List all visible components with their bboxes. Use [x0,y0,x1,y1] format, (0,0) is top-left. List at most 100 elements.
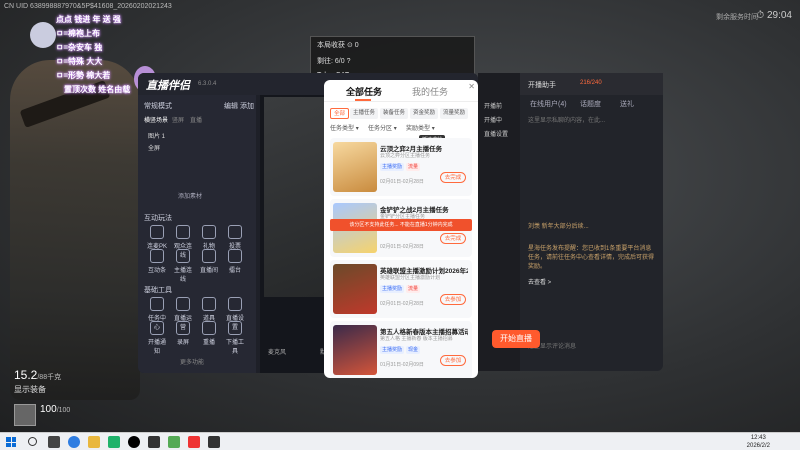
app-icon[interactable] [128,436,140,448]
tool-label: 开播通知 [147,340,166,355]
filter-label: 任务类型 [330,126,355,132]
interact-tool[interactable]: 主播连线 [172,249,194,283]
basic-tool[interactable]: 重播 [198,321,220,346]
task-badges: 主播奖励 流量 [380,161,422,171]
task-action-button[interactable]: 去完成 [440,172,466,183]
task-date: 02月01日-02月28日 [380,301,424,307]
tab-my-tasks[interactable]: 我的任务 [412,85,448,98]
task-action-button[interactable]: 去完成 [440,233,466,244]
chip-all[interactable]: 全部 [330,108,350,119]
scene-tab[interactable]: 横竖场景 [144,115,168,124]
tool-icon [202,297,216,311]
tab-all-tasks[interactable]: 全部任务 [346,85,382,98]
danmaku-line: ㅁ=棉袍上布 [56,29,101,38]
task-center-modal: 全部任务 我的任务 ✕ 全部 主播任务 装备任务 资金奖励 流量奖励 任务类型 … [324,80,478,378]
app-icon[interactable] [188,436,200,448]
wechat-icon[interactable] [108,436,120,448]
interact-tool[interactable]: 擂台 [224,249,246,274]
task-action-button[interactable]: 去参加 [440,355,466,366]
assistant-count: 216/240 [580,80,602,86]
interact-tool[interactable]: 连麦PK [146,225,168,250]
hud-weight-value: 15.2 [14,368,38,382]
windows-start-icon[interactable] [6,437,16,447]
interact-tool[interactable]: 礼物 [198,225,220,250]
system-clock[interactable]: 12:43 2026/2/2 [747,434,770,450]
close-icon[interactable]: ✕ [468,82,475,91]
tab-topic[interactable]: 话题度 [580,99,601,109]
chip-cash-reward[interactable]: 资金奖励 [410,108,439,119]
task-view-icon[interactable] [48,436,60,448]
mic-label[interactable]: 麦克风 [268,347,286,356]
scene-mode-select[interactable]: 常规模式 [144,101,172,111]
interact-section-title: 互动玩法 [144,215,172,222]
chip-equip-task[interactable]: 装备任务 [380,108,409,119]
basic-tool[interactable]: 下播工具 [224,321,246,355]
clock-label: 剩余服务时间 [716,14,758,21]
system-time: 12:43 [750,435,766,441]
filter-reward-type[interactable]: 奖励类型 ▾ [406,123,435,132]
browser-icon[interactable] [68,436,80,448]
more-tools-link[interactable]: 更多功能 [180,357,204,366]
tool-label: 直播间 [199,268,218,274]
scene-tab[interactable]: 竖屏 [172,115,184,124]
reward-badge: 流量 [406,163,421,171]
interact-tool[interactable]: 直播间 [198,249,220,274]
active-tab-underline [355,99,371,101]
task-notice-text: 星海任务发布提醒：您已收到1条重要平台消息任务，请前往任务中心查看详情，完成后可… [528,246,655,270]
scene-edit-button[interactable]: 编辑 [224,101,238,111]
reward-badge: 主播奖励 [380,346,405,354]
scene-add-button[interactable]: 添加 [240,101,254,111]
task-card[interactable]: 第五人格新春版本主播招募活动 第五人格 主播新春 版本主播招募 主播奖励 现金 0… [330,321,472,378]
hud-health: 100/100 [40,404,70,415]
interact-tool[interactable]: 互动条 [146,249,168,274]
view-link[interactable]: 去查看 > [528,279,656,288]
basic-tool[interactable]: 录屏 [172,321,194,346]
scene-tab[interactable]: 直播 [190,115,202,124]
task-card[interactable]: 英雄联盟主播激励计划2026年2月 英雄联盟分区主播激励计划 主播奖励 流量 02… [330,260,472,318]
qq-icon[interactable] [148,436,160,448]
basic-tool[interactable]: 开播通知 [146,321,168,355]
folder-icon[interactable] [88,436,100,448]
live-button[interactable]: 开播中 [484,115,502,124]
chevron-down-icon: ▾ [355,126,359,132]
filter-task-zone[interactable]: 任务分区 ▾ [368,123,397,132]
show-equipment-toggle[interactable]: 显示装备 [14,384,46,395]
settings-button[interactable]: 直播设置 [484,129,508,138]
search-icon[interactable] [28,437,37,446]
reward-badge: 主播奖励 [380,163,405,171]
tool-icon [176,321,190,335]
tool-icon [176,249,190,263]
assistant-title: 开播助手 [528,82,556,89]
tool-label: 互动条 [147,268,166,274]
pre-live-button[interactable]: 开播前 [484,101,502,110]
tool-label: 下播工具 [225,340,244,355]
task-date: 02月01日-02月28日 [380,179,424,185]
hud-weight: 15.2/88千克 [14,368,61,382]
tab-online-users[interactable]: 在线用户(4) [530,99,567,109]
chevron-down-icon: ▾ [431,126,435,132]
tool-label: 重播 [202,340,215,346]
danmaku-line: ㅁ=杂安车 独 [56,43,103,52]
add-material-button[interactable]: 添加素材 [178,191,202,200]
tab-gifts[interactable]: 送礼 [620,99,634,109]
source-item[interactable]: 全屏 [148,143,160,152]
filter-task-type[interactable]: 任务类型 ▾ [330,123,359,132]
task-action-button[interactable]: 去参加 [440,294,466,305]
task-date: 01月31日-02月09日 [380,362,424,368]
tool-label: 主播连线 [173,268,192,283]
app-icon[interactable] [168,436,180,448]
chip-traffic-reward[interactable]: 流量奖励 [440,108,469,119]
assistant-panel: 开播助手 216/240 在线用户(4) 话题度 送礼 这里显示私聊的内容，在此… [520,73,663,371]
tool-icon [176,297,190,311]
basic-tool[interactable]: 道具 [198,297,220,322]
tool-label: 擂台 [228,268,241,274]
chip-streamer-task[interactable]: 主播任务 [350,108,379,119]
windows-taskbar: 12:43 2026/2/2 [0,432,800,450]
source-item[interactable]: 图片 1 [148,131,165,140]
app-icon[interactable] [208,436,220,448]
start-live-button[interactable]: 开始直播 [492,330,540,348]
interact-tool[interactable]: 投票 [224,225,246,250]
task-card[interactable]: 云顶之弈2月主播任务 云顶之弈分区主播任务 主播奖励 流量 02月01日-02月2… [330,138,472,196]
notice-text: 刘羡 新年大部分后续... [528,224,589,230]
task-thumbnail [333,325,377,375]
